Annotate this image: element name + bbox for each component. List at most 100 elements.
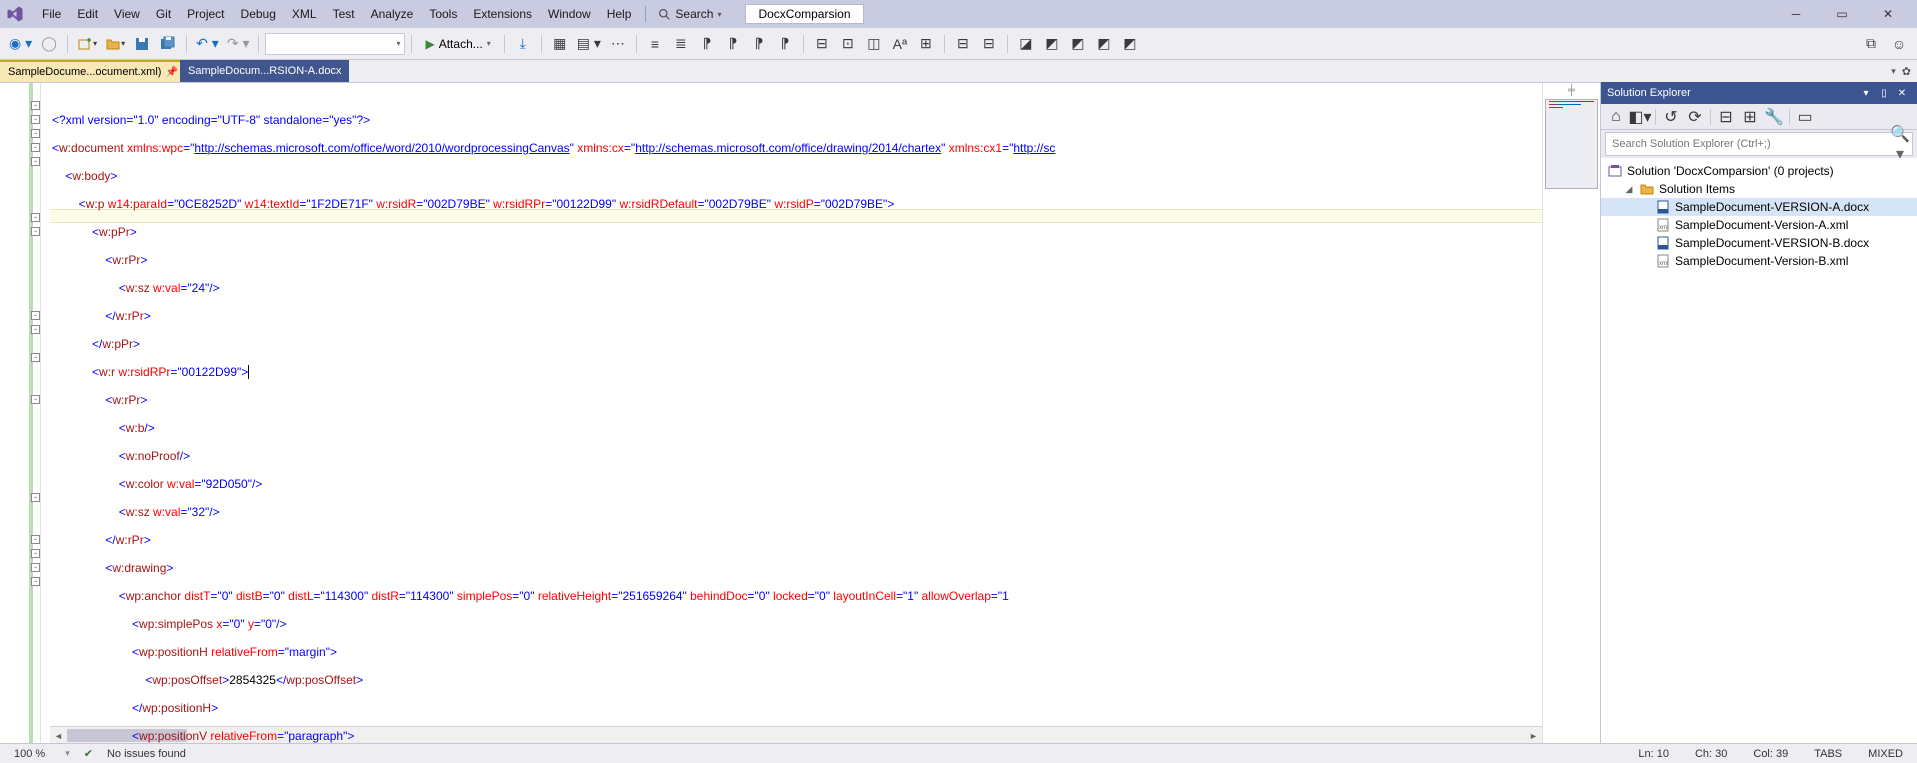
- save-all-button[interactable]: [156, 32, 180, 56]
- menu-extensions[interactable]: Extensions: [465, 3, 540, 25]
- fold-button[interactable]: -: [31, 549, 40, 558]
- fold-button[interactable]: -: [31, 563, 40, 572]
- tab-sample-docx[interactable]: SampleDocum...RSION-A.docx: [180, 60, 349, 82]
- status-char[interactable]: Ch: 30: [1689, 748, 1733, 760]
- expand-icon[interactable]: ◢: [1623, 184, 1635, 195]
- collapse-all-button[interactable]: ⊟: [1715, 106, 1737, 128]
- pin-icon[interactable]: 📌: [165, 67, 177, 78]
- format-button-3[interactable]: ⁋: [747, 32, 771, 56]
- maximize-button[interactable]: ▭: [1819, 0, 1865, 28]
- home-button[interactable]: ⌂: [1605, 106, 1627, 128]
- status-tabs[interactable]: TABS: [1808, 748, 1848, 760]
- tb-misc-2[interactable]: ⊞: [914, 32, 938, 56]
- undo-button[interactable]: ↶ ▾: [193, 32, 222, 56]
- fold-button[interactable]: -: [31, 311, 40, 320]
- tree-folder-node[interactable]: ◢ Solution Items: [1601, 180, 1917, 198]
- tb-misc-3[interactable]: ⊟: [951, 32, 975, 56]
- panel-pin-button[interactable]: ▯: [1875, 88, 1893, 99]
- panel-dropdown-button[interactable]: ▾: [1857, 88, 1875, 99]
- fold-button[interactable]: -: [31, 353, 40, 362]
- tree-file-node[interactable]: SampleDocument-VERSION-B.docx: [1601, 234, 1917, 252]
- indent-right-button[interactable]: ≣: [669, 32, 693, 56]
- fold-button[interactable]: -: [31, 101, 40, 110]
- tb-misc-4[interactable]: ⊟: [977, 32, 1001, 56]
- panel-close-button[interactable]: ✕: [1893, 88, 1911, 99]
- menu-project[interactable]: Project: [179, 3, 232, 25]
- bookmark-prev[interactable]: ◩: [1040, 32, 1064, 56]
- panel-search-input[interactable]: [1606, 138, 1888, 150]
- nav-fwd-button[interactable]: ◯: [37, 32, 61, 56]
- tb-icon-1[interactable]: ▦: [548, 32, 572, 56]
- menu-debug[interactable]: Debug: [233, 3, 284, 25]
- fold-button[interactable]: -: [31, 115, 40, 124]
- tb-icon-2[interactable]: ▤ ▾: [574, 32, 604, 56]
- tab-overflow-button[interactable]: ▾: [1891, 66, 1896, 77]
- zoom-dropdown-icon[interactable]: ▾: [65, 748, 70, 759]
- preview-button[interactable]: ▭: [1794, 106, 1816, 128]
- split-handle-icon[interactable]: ╪: [1543, 85, 1600, 96]
- status-col[interactable]: Col: 39: [1747, 748, 1794, 760]
- fold-button[interactable]: -: [31, 129, 40, 138]
- menu-xml[interactable]: XML: [284, 3, 325, 25]
- attach-button[interactable]: ▶ Attach... ▾: [418, 33, 497, 55]
- bookmark-button[interactable]: ◫: [862, 32, 886, 56]
- search-box[interactable]: Search ▾: [652, 5, 727, 23]
- menu-edit[interactable]: Edit: [69, 3, 106, 25]
- solution-tree[interactable]: Solution 'DocxComparsion' (0 projects) ◢…: [1601, 158, 1917, 743]
- fold-button[interactable]: -: [31, 493, 40, 502]
- fold-button[interactable]: -: [31, 577, 40, 586]
- zoom-level[interactable]: 100 %: [8, 748, 51, 760]
- uncomment-button[interactable]: ⊡: [836, 32, 860, 56]
- sync-button[interactable]: ↺: [1660, 106, 1682, 128]
- status-mixed[interactable]: MIXED: [1862, 748, 1909, 760]
- tree-file-node[interactable]: SampleDocument-VERSION-A.docx: [1601, 198, 1917, 216]
- nav-back-button[interactable]: ◉ ▾: [6, 32, 35, 56]
- comment-button[interactable]: ⊟: [810, 32, 834, 56]
- refresh-button[interactable]: ⟳: [1684, 106, 1706, 128]
- properties-button[interactable]: 🔧: [1763, 106, 1785, 128]
- menu-view[interactable]: View: [106, 3, 148, 25]
- feedback-button[interactable]: ☺: [1887, 32, 1911, 56]
- close-button[interactable]: ✕: [1865, 0, 1911, 28]
- redo-button[interactable]: ↷ ▾: [224, 32, 253, 56]
- minimize-button[interactable]: ─: [1773, 0, 1819, 28]
- bookmark-toggle[interactable]: ◪: [1014, 32, 1038, 56]
- fold-button[interactable]: -: [31, 143, 40, 152]
- tree-file-node[interactable]: xml SampleDocument-Version-A.xml: [1601, 216, 1917, 234]
- tree-file-node[interactable]: xml SampleDocument-Version-B.xml: [1601, 252, 1917, 270]
- open-file-button[interactable]: ▾: [102, 32, 128, 56]
- fold-button[interactable]: -: [31, 395, 40, 404]
- status-line[interactable]: Ln: 10: [1632, 748, 1675, 760]
- format-button-4[interactable]: ⁋: [773, 32, 797, 56]
- menu-git[interactable]: Git: [148, 3, 179, 25]
- fold-button[interactable]: -: [31, 157, 40, 166]
- fold-button[interactable]: -: [31, 227, 40, 236]
- step-button[interactable]: ⤓: [511, 32, 535, 56]
- live-share-button[interactable]: ⧉: [1859, 32, 1883, 56]
- tb-icon-3[interactable]: ⋯: [606, 32, 630, 56]
- panel-search[interactable]: 🔍▾: [1605, 132, 1913, 156]
- tab-sample-xml[interactable]: SampleDocume...ocument.xml) 📌 ✕: [0, 60, 180, 82]
- switch-views-button[interactable]: ◧▾: [1629, 106, 1651, 128]
- config-combo[interactable]: ▾: [265, 33, 405, 55]
- tree-solution-node[interactable]: Solution 'DocxComparsion' (0 projects): [1601, 162, 1917, 180]
- tb-misc-1[interactable]: Aª: [888, 32, 912, 56]
- menu-help[interactable]: Help: [599, 3, 640, 25]
- new-project-button[interactable]: ▾: [74, 32, 100, 56]
- menu-window[interactable]: Window: [540, 3, 599, 25]
- format-button-2[interactable]: ⁋: [721, 32, 745, 56]
- project-name[interactable]: DocxComparsion: [745, 4, 863, 24]
- tab-tools-button[interactable]: ✿: [1902, 65, 1911, 78]
- show-all-button[interactable]: ⊞: [1739, 106, 1761, 128]
- menu-analyze[interactable]: Analyze: [363, 3, 422, 25]
- menu-tools[interactable]: Tools: [421, 3, 465, 25]
- menu-test[interactable]: Test: [325, 3, 363, 25]
- menu-file[interactable]: File: [34, 3, 69, 25]
- vertical-scrollbar[interactable]: ╪: [1542, 83, 1600, 743]
- bookmark-prev-doc[interactable]: ◩: [1092, 32, 1116, 56]
- bookmark-next-doc[interactable]: ◩: [1118, 32, 1142, 56]
- indent-left-button[interactable]: ≡: [643, 32, 667, 56]
- code-editor[interactable]: - - - - - - - - - - - - - - - -: [0, 82, 1600, 743]
- code-content[interactable]: <?xml version="1.0" encoding="UTF-8" sta…: [50, 83, 1542, 743]
- fold-button[interactable]: -: [31, 213, 40, 222]
